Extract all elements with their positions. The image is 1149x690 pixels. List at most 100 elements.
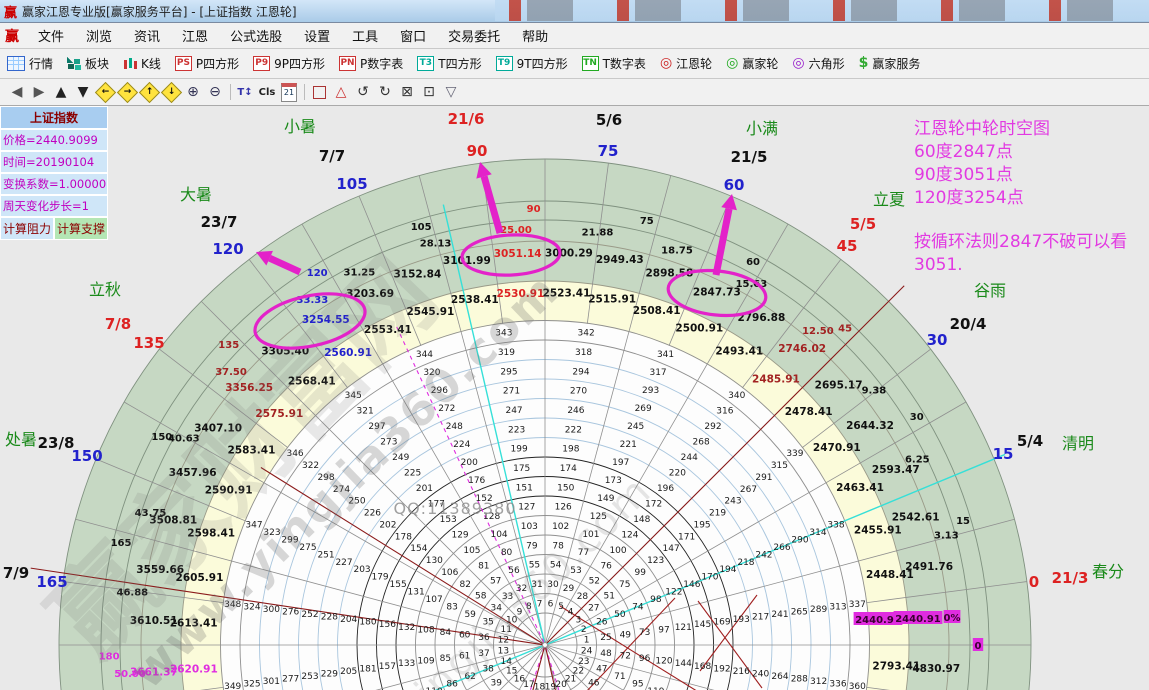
svg-text:178: 178 xyxy=(395,532,412,542)
toolbar-button-4[interactable]: P99P四方形 xyxy=(246,55,332,72)
picker-icon[interactable]: ▽ xyxy=(440,82,462,102)
svg-text:292: 292 xyxy=(704,422,721,432)
diamond-down-icon[interactable]: ↓ xyxy=(160,82,182,102)
menu-item-3[interactable]: 江恩 xyxy=(171,30,219,45)
prev-icon[interactable]: ◀ xyxy=(6,82,28,102)
svg-text:15: 15 xyxy=(956,516,970,527)
rotate-ccw-icon[interactable]: ↺ xyxy=(352,82,374,102)
menu-item-5[interactable]: 设置 xyxy=(293,30,341,45)
svg-text:135: 135 xyxy=(133,334,164,352)
svg-text:228: 228 xyxy=(321,613,338,623)
menu-bar: 赢 文件浏览资讯江恩公式选股设置工具窗口交易委托帮助 xyxy=(0,23,1149,49)
square-tool-icon[interactable] xyxy=(308,82,330,102)
down-icon[interactable]: ▼ xyxy=(72,82,94,102)
svg-text:145: 145 xyxy=(694,620,711,630)
svg-text:265: 265 xyxy=(791,608,808,618)
svg-text:95: 95 xyxy=(632,679,643,689)
svg-text:30: 30 xyxy=(910,412,924,423)
svg-text:197: 197 xyxy=(612,458,629,468)
menu-item-9[interactable]: 帮助 xyxy=(511,30,559,45)
toolbar-button-11[interactable]: ◎六角形 xyxy=(785,55,851,72)
center-icon[interactable]: ⊡ xyxy=(418,82,440,102)
svg-text:315: 315 xyxy=(771,461,788,471)
toolbar-button-8[interactable]: TNT数字表 xyxy=(575,55,653,72)
svg-text:21/5: 21/5 xyxy=(731,148,768,166)
toolbar-button-6[interactable]: T3T四方形 xyxy=(410,55,488,72)
svg-text:46: 46 xyxy=(588,678,600,688)
parameter-rows: 价格=2440.9099时间=20190104变换系数=1.00000周天变化步… xyxy=(0,129,108,217)
svg-text:99: 99 xyxy=(634,568,646,578)
svg-text:131: 131 xyxy=(408,588,425,598)
parameter-panel: 上证指数 价格=2440.9099时间=20190104变换系数=1.00000… xyxy=(0,106,108,240)
toolbar-button-10[interactable]: ◎赢家轮 xyxy=(719,55,785,72)
svg-text:120: 120 xyxy=(307,268,328,279)
svg-text:175: 175 xyxy=(513,464,530,474)
menu-item-8[interactable]: 交易委托 xyxy=(437,30,511,45)
svg-text:2455.91: 2455.91 xyxy=(854,524,902,536)
menu-item-4[interactable]: 公式选股 xyxy=(219,30,293,45)
svg-text:300: 300 xyxy=(263,605,280,615)
svg-text:288: 288 xyxy=(791,674,808,684)
menu-item-2[interactable]: 资讯 xyxy=(123,30,171,45)
annotation-line-3: 120度3254点 xyxy=(914,187,1146,210)
svg-text:96: 96 xyxy=(639,654,651,664)
menu-items: 文件浏览资讯江恩公式选股设置工具窗口交易委托帮助 xyxy=(27,26,559,45)
svg-text:57: 57 xyxy=(490,577,501,587)
toolbar-button-7[interactable]: T99T四方形 xyxy=(489,55,575,72)
svg-text:127: 127 xyxy=(518,503,535,513)
svg-text:2542.61: 2542.61 xyxy=(892,511,940,523)
p9-icon: P9 xyxy=(253,56,270,71)
toolbar-button-9[interactable]: ◎江恩轮 xyxy=(653,55,719,72)
svg-text:120: 120 xyxy=(212,240,243,258)
toolbar-button-1[interactable]: 板块 xyxy=(60,55,116,72)
svg-text:立夏: 立夏 xyxy=(873,190,905,209)
menu-item-0[interactable]: 文件 xyxy=(27,30,75,45)
toolbar-button-12[interactable]: $赢家服务 xyxy=(852,55,928,72)
svg-text:196: 196 xyxy=(657,484,674,494)
svg-text:264: 264 xyxy=(771,672,788,682)
svg-text:21/3: 21/3 xyxy=(1052,569,1089,587)
svg-text:74: 74 xyxy=(632,603,644,613)
updown-icon[interactable]: T↕ xyxy=(234,82,256,102)
diamond-up-icon[interactable]: ↑ xyxy=(138,82,160,102)
diamond-right-icon[interactable]: → xyxy=(116,82,138,102)
toolbar-button-5[interactable]: PNP数字表 xyxy=(332,55,410,72)
calc-support-button[interactable]: 计算支撑 xyxy=(54,217,108,240)
svg-text:22: 22 xyxy=(573,667,584,677)
svg-text:129: 129 xyxy=(451,530,468,540)
cls-button[interactable]: Cls xyxy=(256,82,278,102)
fit-icon[interactable]: ⊠ xyxy=(396,82,418,102)
svg-text:120: 120 xyxy=(655,657,672,667)
toolbar-button-0[interactable]: 行情 xyxy=(0,55,60,72)
next-icon[interactable]: ▶ xyxy=(28,82,50,102)
zoom-out-icon[interactable]: ⊖ xyxy=(204,82,226,102)
svg-text:147: 147 xyxy=(663,544,680,554)
svg-text:294: 294 xyxy=(572,367,589,377)
svg-text:338: 338 xyxy=(827,520,844,530)
svg-text:244: 244 xyxy=(681,453,698,463)
menu-item-7[interactable]: 窗口 xyxy=(389,30,437,45)
svg-text:240: 240 xyxy=(752,669,769,679)
diamond-left-icon[interactable]: ← xyxy=(94,82,116,102)
svg-text:7/7: 7/7 xyxy=(319,147,345,165)
svg-text:清明: 清明 xyxy=(1062,434,1094,453)
svg-text:339: 339 xyxy=(786,449,803,459)
svg-text:49: 49 xyxy=(620,630,632,640)
menu-item-6[interactable]: 工具 xyxy=(341,30,389,45)
rotate-cw-icon[interactable]: ↻ xyxy=(374,82,396,102)
svg-text:154: 154 xyxy=(410,544,427,554)
svg-text:157: 157 xyxy=(379,662,396,672)
panel-buttons: 计算阻力 计算支撑 xyxy=(0,217,108,240)
triangle-tool-icon[interactable]: △ xyxy=(330,82,352,102)
svg-text:122: 122 xyxy=(665,588,682,598)
menu-item-1[interactable]: 浏览 xyxy=(75,30,123,45)
svg-text:103: 103 xyxy=(521,522,538,532)
svg-text:221: 221 xyxy=(620,440,637,450)
svg-text:83: 83 xyxy=(446,603,457,613)
up-icon[interactable]: ▲ xyxy=(50,82,72,102)
toolbar-button-3[interactable]: PSP四方形 xyxy=(168,55,246,72)
toolbar-button-2[interactable]: K线 xyxy=(116,55,168,72)
calc-resistance-button[interactable]: 计算阻力 xyxy=(0,217,54,240)
zoom-in-icon[interactable]: ⊕ xyxy=(182,82,204,102)
calendar-icon[interactable]: 21 xyxy=(278,82,300,102)
